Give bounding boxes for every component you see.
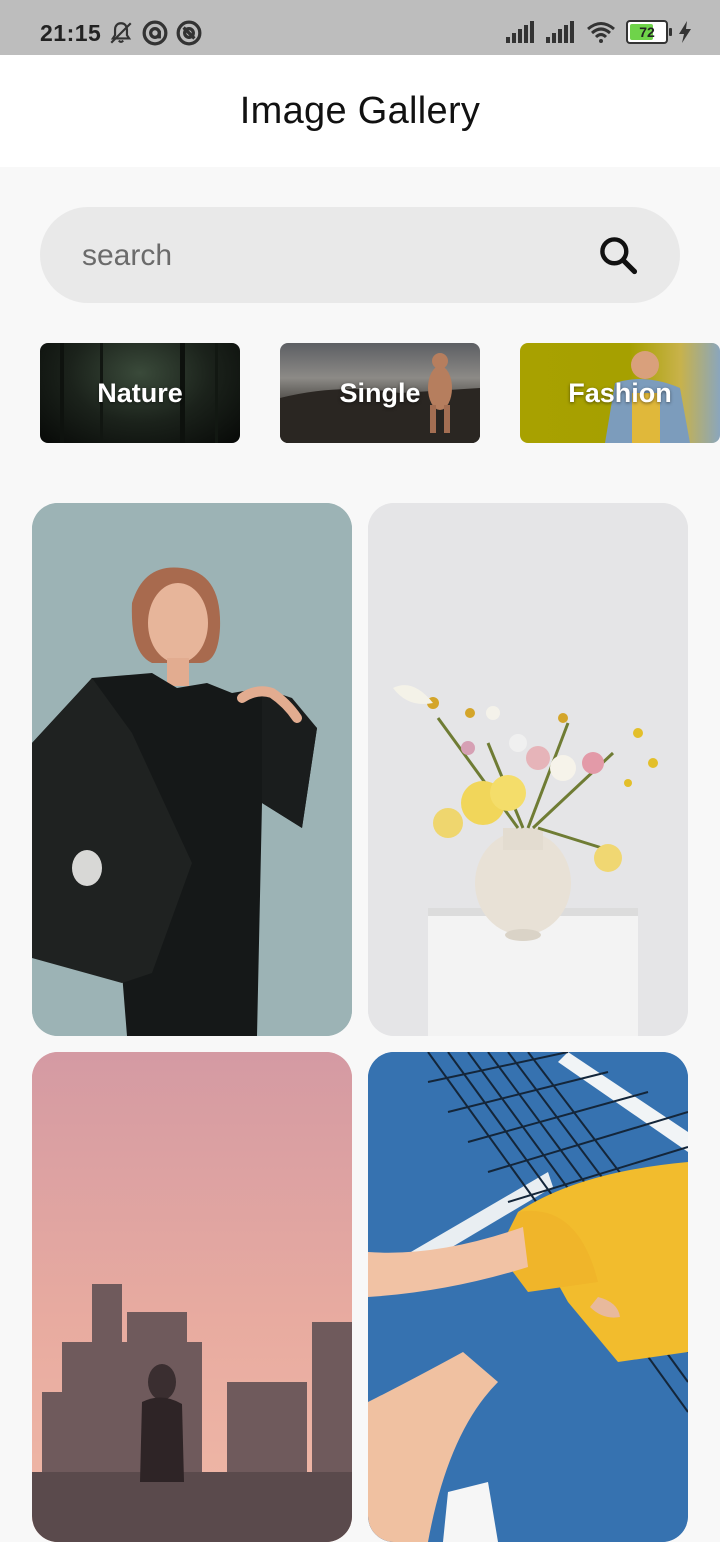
city-photo [32, 1052, 352, 1542]
gallery-image-city[interactable] [32, 1052, 352, 1542]
app-bar: Image Gallery [0, 55, 720, 167]
wifi-icon [587, 22, 615, 43]
status-bar: 21:15 72 [0, 0, 720, 55]
signal-icon [506, 21, 534, 43]
signal-icon [546, 21, 574, 43]
status-left-icons [108, 20, 202, 46]
status-time: 21:15 [40, 20, 102, 46]
search-bar[interactable] [40, 207, 680, 303]
circle-a-icon [142, 20, 168, 46]
search-input[interactable] [80, 227, 564, 285]
gallery-image-woman[interactable] [32, 503, 352, 1036]
tennis-photo [368, 1052, 688, 1542]
bell-muted-icon [110, 22, 132, 44]
woman-photo [32, 503, 352, 1036]
circle-a-icon [176, 20, 202, 46]
flowers-photo [368, 503, 688, 1036]
gallery-image-tennis[interactable] [368, 1052, 688, 1542]
category-label: Fashion [568, 377, 672, 408]
charging-icon [679, 21, 691, 43]
page-title: Image Gallery [239, 89, 481, 132]
category-list: Nature Single Fashion [40, 343, 720, 443]
search-icon[interactable] [596, 233, 640, 277]
category-label: Nature [97, 377, 183, 408]
battery-nub [669, 28, 672, 36]
category-nature[interactable]: Nature [40, 343, 240, 443]
battery-level: 72 [639, 24, 655, 40]
gallery-image-flowers[interactable] [368, 503, 688, 1036]
category-fashion[interactable]: Fashion [520, 343, 720, 443]
category-single[interactable]: Single [280, 343, 480, 443]
status-right-icons: 72 [506, 20, 692, 44]
battery-icon: 72 [626, 20, 672, 44]
category-label: Single [339, 377, 421, 408]
